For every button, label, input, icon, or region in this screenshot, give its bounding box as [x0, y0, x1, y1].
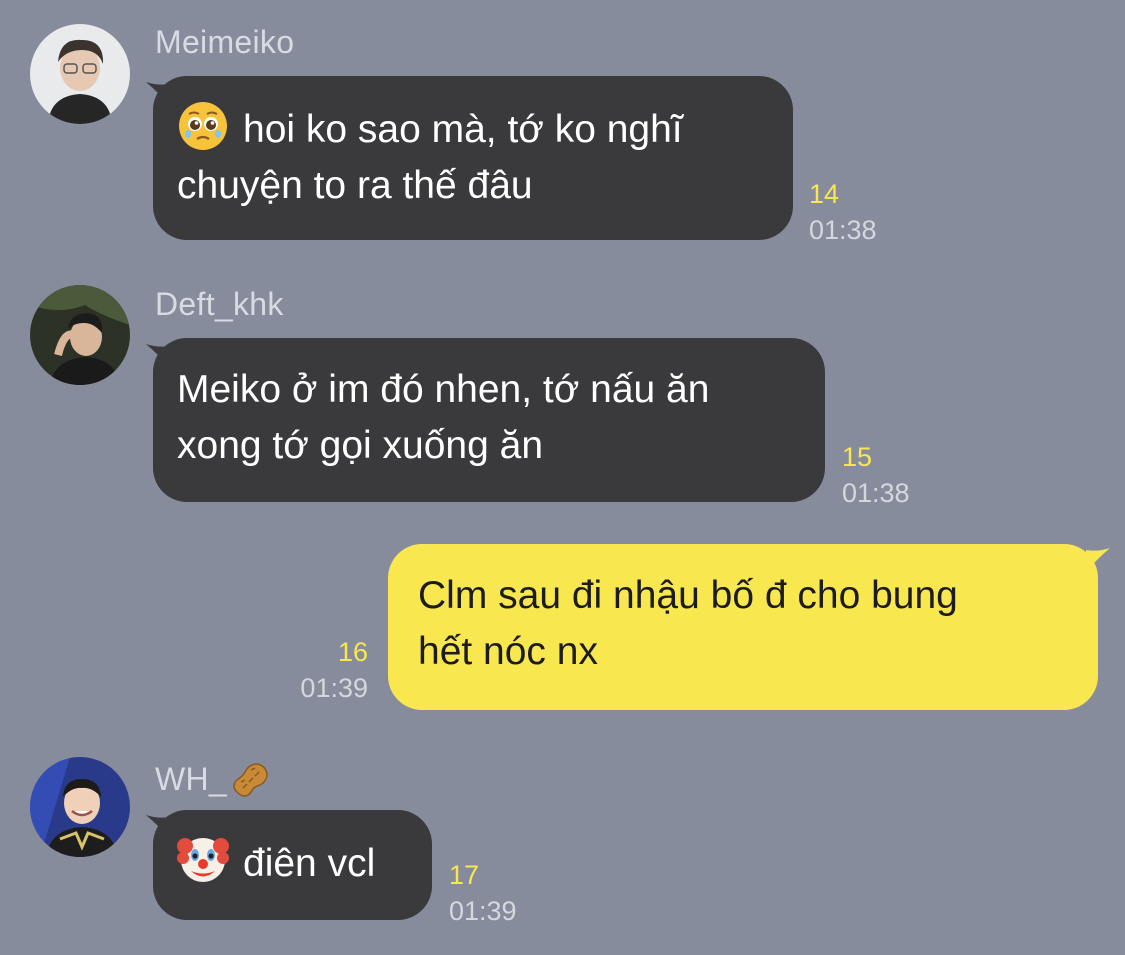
message-line-1: hoi ko sao mà, tớ ko nghĩ [177, 100, 769, 158]
message-line-1: Meiko ở im đó nhen, tớ nấu ăn [177, 368, 710, 411]
message-meta: 14 01:38 [809, 176, 877, 248]
avatar-deft-khk[interactable] [30, 285, 130, 385]
timestamp: 01:38 [809, 215, 877, 245]
sender-name: Meimeiko [155, 24, 295, 60]
message-line-2: hết nóc nx [418, 630, 598, 673]
message-bubble[interactable]: Meiko ở im đó nhen, tớ nấu ăn xong tớ gọ… [153, 338, 825, 502]
bubble-tail [1086, 548, 1110, 572]
peanut-icon [233, 763, 268, 797]
message-meta: 15 01:38 [842, 439, 910, 511]
sender-name: WH_ [155, 758, 273, 802]
avatar-meimeiko[interactable] [30, 24, 130, 124]
timestamp: 01:38 [842, 478, 910, 508]
message-meta: 17 01:39 [449, 857, 517, 929]
message-meta: 16 01:39 [280, 634, 368, 706]
avatar-wh[interactable] [30, 757, 130, 857]
sender-name: Deft_khk [155, 286, 284, 322]
message-line-1: Clm sau đi nhậu bố đ cho bung [418, 574, 958, 617]
message-bubble-outgoing[interactable]: Clm sau đi nhậu bố đ cho bung hết nóc nx [388, 544, 1098, 710]
clown-face-icon [177, 838, 229, 882]
pleading-face-icon [179, 102, 227, 150]
timestamp: 01:39 [449, 896, 517, 926]
message-bubble[interactable]: điên vcl [153, 810, 432, 920]
read-count: 17 [449, 860, 480, 890]
message-line-2: xong tớ gọi xuống ăn [177, 424, 544, 467]
read-count: 14 [809, 179, 840, 209]
timestamp: 01:39 [300, 673, 368, 703]
read-count: 16 [337, 637, 368, 667]
message-line-1: điên vcl [177, 834, 408, 892]
read-count: 15 [842, 442, 873, 472]
message-bubble[interactable]: hoi ko sao mà, tớ ko nghĩ chuyện to ra t… [153, 76, 793, 240]
message-line-2: chuyện to ra thế đâu [177, 164, 533, 207]
